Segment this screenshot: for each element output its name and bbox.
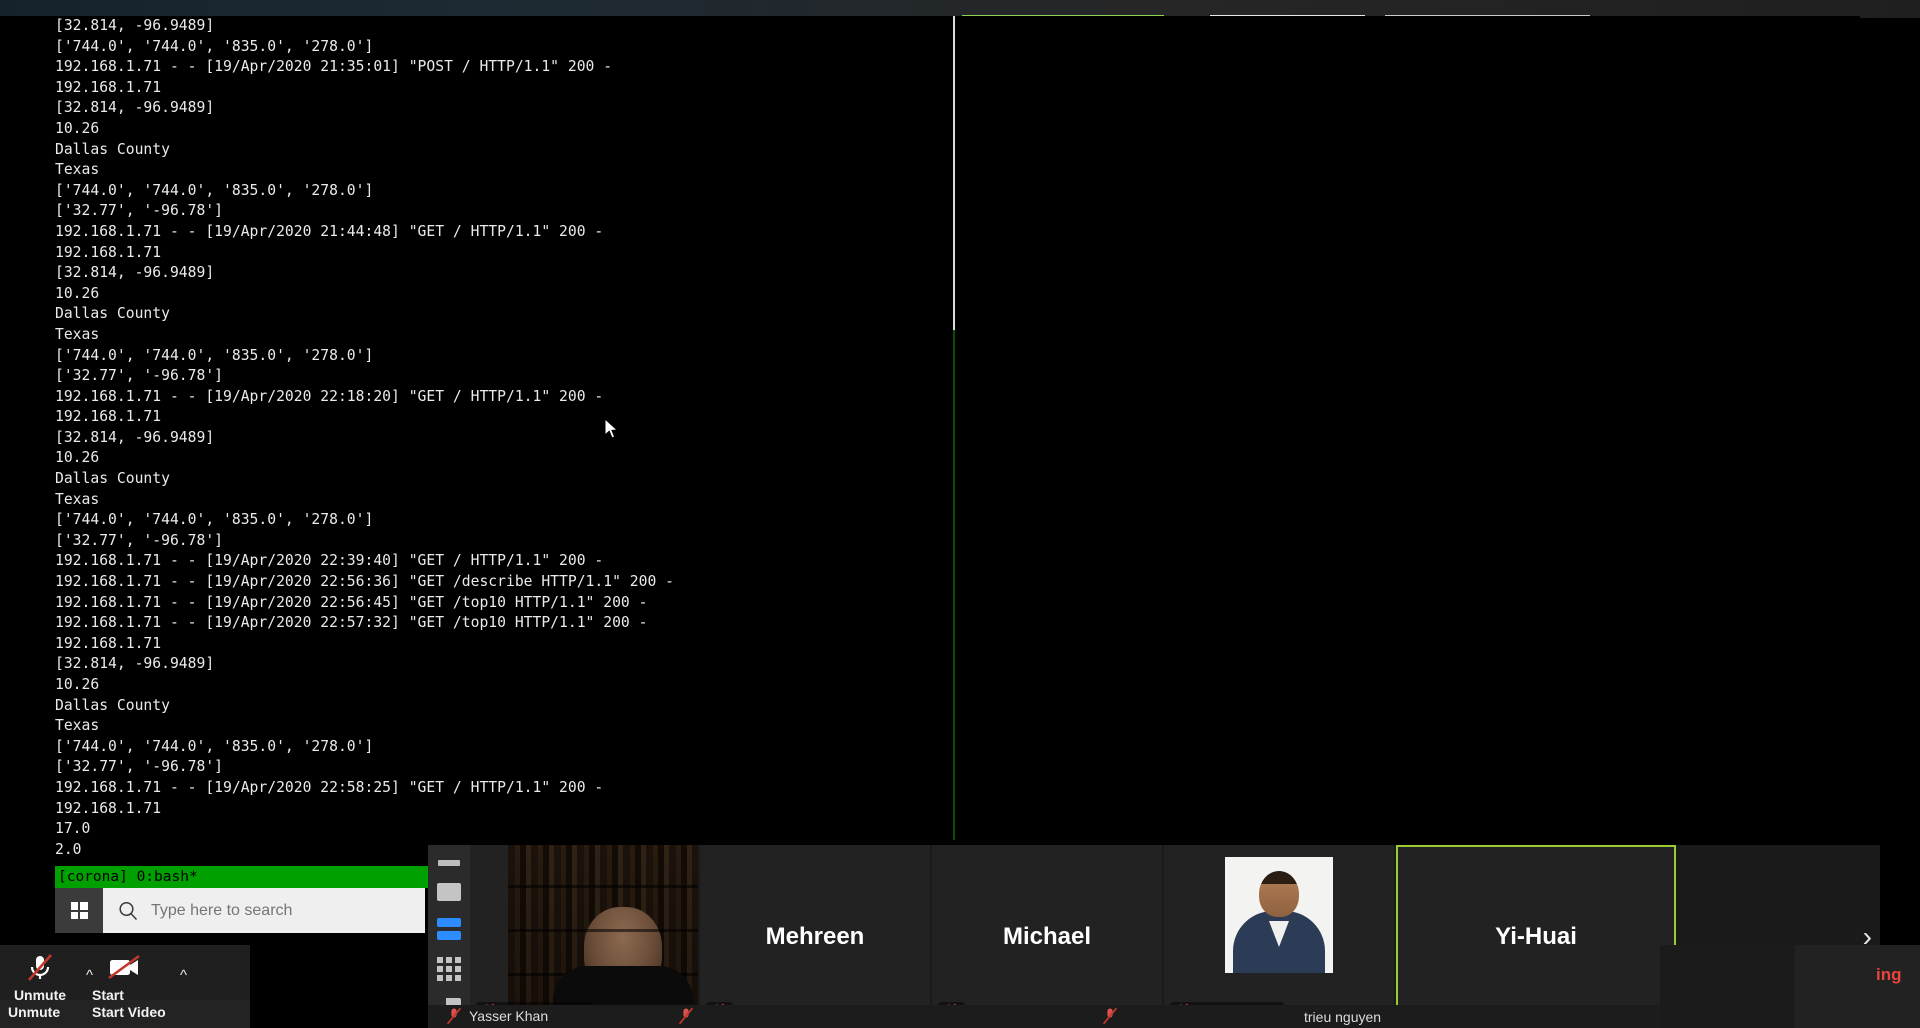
microphone-muted-icon xyxy=(678,1007,694,1025)
desktop-background: [32.814, -96.9489] ['744.0', '744.0', '8… xyxy=(0,0,1920,1028)
participant-name-badge: Yasser Khan xyxy=(446,1007,548,1025)
zoom-control-bar-duplicate: Unmute Start Video xyxy=(0,1000,250,1028)
gallery-grid-icon[interactable] xyxy=(437,957,461,981)
participant-tile[interactable]: Michael xyxy=(932,845,1162,1028)
participant-name-badge xyxy=(1102,1007,1118,1025)
single-view-icon[interactable] xyxy=(437,883,461,901)
participant-tile[interactable]: Yasser Khan xyxy=(470,845,698,1028)
windows-logo-icon xyxy=(71,902,88,919)
participant-name: Mehreen xyxy=(700,845,930,1028)
participant-name: Yasser Khan xyxy=(469,1008,548,1024)
participant-name-badge: trieu nguyen xyxy=(1304,1009,1381,1025)
participant-tile[interactable]: Mehreen xyxy=(700,845,930,1028)
minimize-bar-icon[interactable] xyxy=(438,860,460,866)
start-button[interactable] xyxy=(55,888,103,933)
split-view-icon[interactable] xyxy=(437,918,461,940)
taskbar-search-box[interactable] xyxy=(103,900,425,922)
terminal-pane-divider xyxy=(953,16,955,336)
video-options-chevron-up-icon[interactable]: ^ xyxy=(180,967,187,984)
participant-name: Michael xyxy=(932,845,1162,1028)
participant-name-badge xyxy=(678,1007,694,1025)
camera-off-icon xyxy=(105,953,143,983)
participant-video xyxy=(508,845,698,1028)
search-input[interactable] xyxy=(151,902,381,920)
participant-name: Yi-Huai xyxy=(1396,845,1676,1028)
terminal-pane-divider-lower xyxy=(953,330,955,840)
microphone-muted-icon xyxy=(1102,1007,1118,1025)
terminal-scrollbar-track[interactable] xyxy=(1826,22,1844,840)
participant-tile[interactable]: trieu nguyen xyxy=(1164,845,1394,1028)
terminal-window[interactable]: [32.814, -96.9489] ['744.0', '744.0', '8… xyxy=(0,16,1860,886)
participant-tile-active-speaker[interactable]: Yi-Huai xyxy=(1396,845,1676,1028)
recording-panel xyxy=(1795,945,1920,1028)
recording-indicator-text: ing xyxy=(1876,965,1902,985)
participant-video xyxy=(1225,857,1333,973)
search-icon xyxy=(117,900,139,922)
zoom-view-mode-rail xyxy=(428,845,470,1028)
participant-name: trieu nguyen xyxy=(1304,1009,1381,1025)
microphone-muted-icon xyxy=(24,953,56,983)
recording-panel-left xyxy=(1660,945,1795,1028)
unmute-button[interactable]: Unmute xyxy=(8,953,72,1003)
unmute-label: Unmute xyxy=(8,1004,60,1020)
tmux-status-bar: [corona] 0:bash* xyxy=(55,866,420,888)
mouse-pointer-icon xyxy=(604,418,620,440)
start-video-label: Start Video xyxy=(92,1004,166,1020)
microphone-muted-icon xyxy=(446,1007,462,1025)
windows-taskbar xyxy=(55,888,425,933)
